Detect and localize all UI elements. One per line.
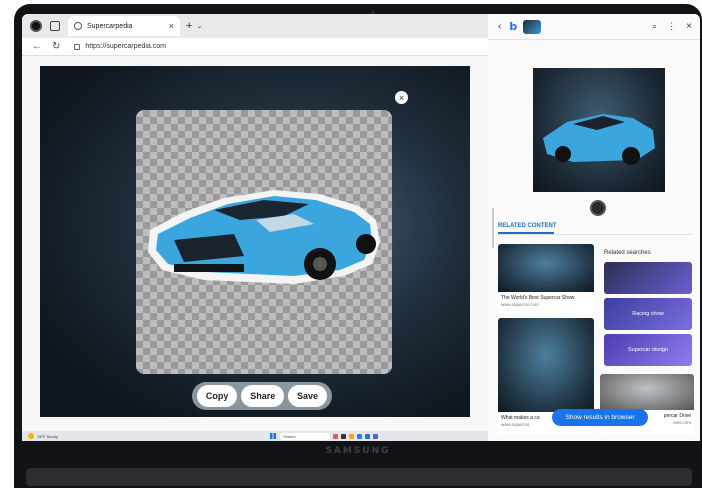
result-image-3: [600, 374, 694, 410]
tab-title: Supercarpedia: [87, 22, 133, 30]
globe-icon: [74, 22, 82, 30]
taskbar: 78°F Sunny Search: [22, 431, 488, 441]
result-card-1[interactable]: The World's Best Supercar Show www.super…: [498, 244, 594, 314]
weather-temp: 78°F: [37, 433, 46, 439]
teams-icon[interactable]: [372, 433, 378, 439]
windows-start-icon[interactable]: [269, 433, 276, 439]
search-icon[interactable]: ⌕: [652, 21, 657, 32]
related-search-supercar-design[interactable]: Supercar design: [604, 334, 692, 366]
web-page-content: × Copy Share Save: [40, 66, 470, 417]
screen: Supercarpedia × + ⌄ ← ↻ https://supercar…: [22, 14, 700, 441]
tab-supercarpedia[interactable]: Supercarpedia ×: [68, 16, 180, 36]
address-bar: ← ↻ https://supercarpedia.com: [22, 38, 488, 56]
taskbar-search-label: Search: [282, 433, 296, 439]
url-field[interactable]: https://supercarpedia.com: [74, 43, 166, 50]
app-icon-5[interactable]: [364, 433, 370, 439]
related-search-label-2: Supercar design: [627, 347, 669, 353]
profile-icon[interactable]: [30, 20, 42, 32]
weather-widget[interactable]: 78°F Sunny: [28, 433, 58, 439]
result-title-1: The World's Best Supercar Show: [501, 295, 575, 301]
url-text: https://supercarpedia.com: [85, 43, 166, 50]
copy-button[interactable]: Copy: [196, 385, 238, 407]
cutout-preview: [136, 110, 392, 374]
related-search-racing-show[interactable]: Racing show: [604, 298, 692, 330]
related-search-label-1: Racing show: [632, 311, 664, 317]
app-icon-1[interactable]: [332, 433, 338, 439]
close-icon[interactable]: ×: [395, 91, 408, 104]
divider: [498, 234, 692, 235]
result-source-1: www.supercar.com: [501, 302, 539, 307]
device-brand-label: SAMSUNG: [325, 446, 391, 456]
related-search-1[interactable]: [604, 262, 692, 294]
query-thumbnail[interactable]: [523, 19, 542, 34]
lock-icon: [74, 43, 81, 50]
result-image-2: [498, 318, 594, 412]
new-tab-icon[interactable]: +: [186, 20, 192, 32]
keyboard-edge: [26, 468, 692, 486]
panel-scrollbar[interactable]: [492, 208, 494, 248]
app-icon-2[interactable]: [340, 433, 346, 439]
edge-icon[interactable]: [356, 433, 362, 439]
refresh-icon[interactable]: ↻: [52, 41, 60, 52]
back-chevron-icon[interactable]: ‹: [498, 21, 501, 32]
query-image: [533, 68, 665, 192]
close-tab-icon[interactable]: ×: [169, 21, 174, 31]
image-actions-bar: Copy Share Save: [192, 382, 332, 410]
bing-logo-icon: b: [509, 20, 518, 33]
copilot-side-panel: ‹ b ⌕ ⋮ × RELATED CONTENT The World's Be…: [488, 14, 700, 441]
more-options-icon[interactable]: ⋮: [667, 21, 676, 32]
save-button[interactable]: Save: [288, 385, 328, 407]
back-arrow-icon[interactable]: ←: [32, 41, 42, 52]
show-results-in-browser-button[interactable]: Show results in browser: [552, 409, 648, 426]
taskbar-search[interactable]: Search: [279, 432, 330, 440]
tab-actions-icon[interactable]: [50, 21, 60, 31]
car-cutout-image: [148, 190, 380, 284]
app-icon-3[interactable]: [348, 433, 354, 439]
visual-search-icon[interactable]: [590, 200, 606, 216]
panel-header: ‹ b ⌕ ⋮ ×: [488, 14, 700, 40]
share-button[interactable]: Share: [241, 385, 285, 407]
chevron-down-icon[interactable]: ⌄: [196, 22, 202, 30]
tab-bar: Supercarpedia × + ⌄: [22, 14, 488, 38]
sun-icon: [28, 433, 34, 439]
related-searches-heading: Related searches: [604, 250, 651, 256]
related-content-tab[interactable]: RELATED CONTENT: [498, 223, 557, 229]
laptop-bezel: Supercarpedia × + ⌄ ← ↻ https://supercar…: [14, 4, 702, 488]
browser-window: Supercarpedia × + ⌄ ← ↻ https://supercar…: [22, 14, 488, 441]
weather-condition: Sunny: [46, 433, 58, 439]
close-panel-icon[interactable]: ×: [686, 21, 692, 32]
result-image-1: [498, 244, 594, 292]
